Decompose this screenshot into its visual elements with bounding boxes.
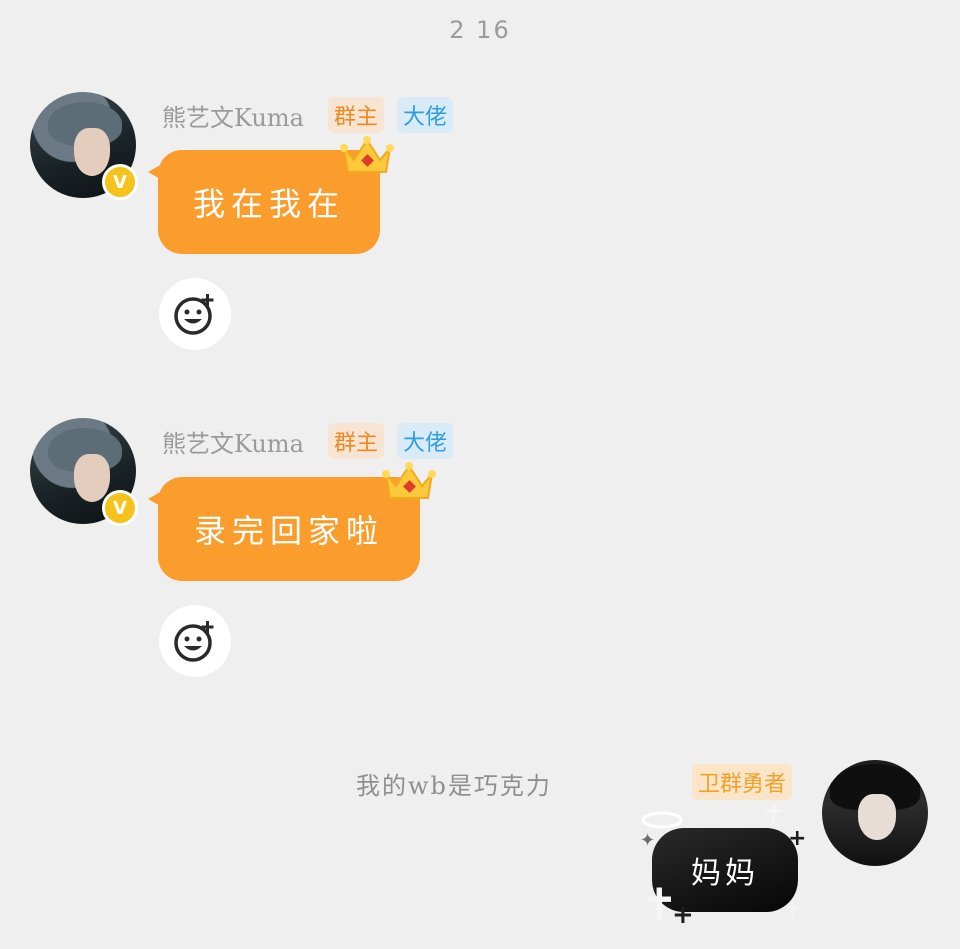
avatar-face <box>74 128 110 176</box>
owner-tag: 群主 <box>328 423 385 459</box>
sender-name[interactable]: 熊艺文Kuma <box>162 98 304 133</box>
add-reaction-icon <box>174 294 214 335</box>
add-reaction-icon <box>174 621 214 662</box>
add-reaction-button[interactable] <box>159 278 231 350</box>
verified-badge-icon: V <box>102 490 138 526</box>
crown-icon <box>340 136 394 173</box>
self-sender-name[interactable]: 我的wb是巧克力 <box>356 766 552 801</box>
owner-tag: 群主 <box>328 97 385 133</box>
verified-badge-icon: V <box>102 164 138 200</box>
add-reaction-button[interactable] <box>159 605 231 677</box>
star-icon: ✦ <box>640 830 656 851</box>
plus-icon: + <box>672 900 694 930</box>
plus-icon: + <box>788 826 807 851</box>
sender-name[interactable]: 熊艺文Kuma <box>162 424 304 459</box>
crown-icon <box>382 462 436 499</box>
avatar-face <box>74 454 110 502</box>
cross-icon: ✝ <box>784 898 801 922</box>
vip-tag: 大佬 <box>397 423 454 459</box>
timestamp: 2 16 <box>449 16 511 44</box>
hero-tag: 卫群勇者 <box>692 764 793 800</box>
self-avatar[interactable] <box>822 760 928 866</box>
halo-icon <box>641 811 683 829</box>
vip-tag: 大佬 <box>397 97 454 133</box>
avatar-face <box>858 794 896 840</box>
cross-icon: ✝ <box>762 798 786 831</box>
